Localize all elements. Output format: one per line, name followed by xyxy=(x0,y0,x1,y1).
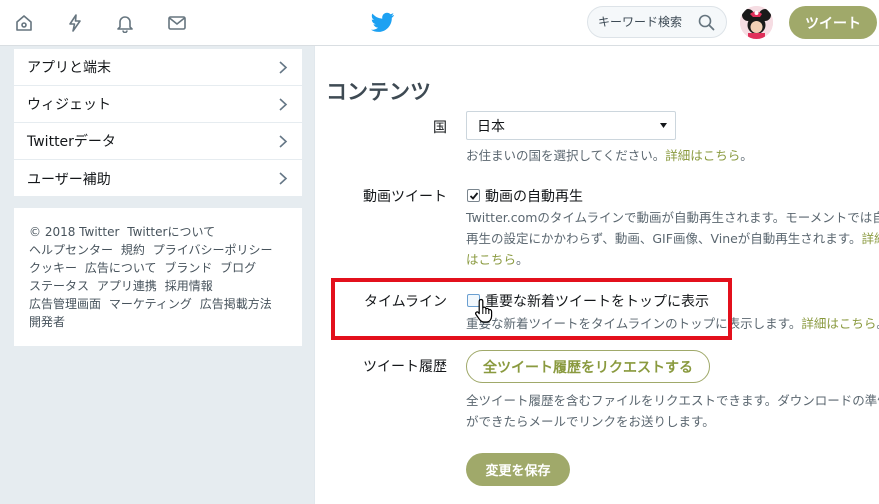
sidebar-item-label: ユーザー補助 xyxy=(27,171,111,188)
history-help: 全ツイート履歴を含むファイルをリクエストできます。ダウンロードの準備 ができたら… xyxy=(466,390,879,432)
footer-link-jobs[interactable]: 採用情報 xyxy=(165,279,213,293)
home-icon[interactable] xyxy=(13,12,35,34)
footer-link-ads-info[interactable]: 広告について xyxy=(85,261,157,275)
search-input[interactable] xyxy=(598,7,698,37)
settings-sidebar-menu: アプリと端末 ウィジェット Twitterデータ ユーザー補助 xyxy=(14,49,302,196)
twitter-bird-logo-icon[interactable] xyxy=(371,12,395,34)
lightning-icon[interactable] xyxy=(64,12,86,34)
content-settings-panel: コンテンツ 国 日本 お住まいの国を選択してください。詳細はこちら。 動画ツイー… xyxy=(314,46,879,504)
autoplay-checkbox-label[interactable]: 動画の自動再生 xyxy=(485,186,583,206)
video-tweets-label: 動画ツイート xyxy=(363,189,447,205)
sidebar-item-widgets[interactable]: ウィジェット xyxy=(14,86,302,123)
video-help-line1: Twitter.comのタイムラインで動画が自動再生されます。モーメントでは自動 xyxy=(466,210,879,225)
history-help-line1: 全ツイート履歴を含むファイルをリクエストできます。ダウンロードの準備 xyxy=(466,393,879,408)
footer-link-privacy[interactable]: プライバシーポリシー xyxy=(153,243,273,257)
video-details-link-b[interactable]: はこちら xyxy=(466,252,516,267)
bell-icon[interactable] xyxy=(114,12,136,34)
country-select[interactable]: 日本 xyxy=(466,111,676,140)
tweet-history-label: ツイート履歴 xyxy=(363,359,447,375)
dropdown-arrow-icon xyxy=(660,123,667,128)
autoplay-checkbox[interactable] xyxy=(467,189,480,202)
save-changes-button[interactable]: 変更を保存 xyxy=(466,453,570,486)
country-select-value: 日本 xyxy=(477,118,505,135)
footer-link-terms[interactable]: 規約 xyxy=(121,243,145,257)
country-label: 国 xyxy=(433,120,447,136)
country-help: お住まいの国を選択してください。詳細はこちら。 xyxy=(466,148,753,163)
country-details-link[interactable]: 詳細はこちら xyxy=(665,148,740,163)
copyright-text: © 2018 Twitter xyxy=(29,225,120,239)
page-title: コンテンツ xyxy=(326,80,431,104)
sidebar-item-label: アプリと端末 xyxy=(27,60,111,76)
footer-link-ads-manager[interactable]: 広告管理画面 xyxy=(29,297,101,311)
chevron-right-icon xyxy=(279,172,288,185)
history-help-line2: ができたらメールでリンクをお送りします。 xyxy=(466,414,715,429)
footer-link-cookies[interactable]: クッキー xyxy=(29,261,77,275)
footer-link-help[interactable]: ヘルプセンター xyxy=(29,243,113,257)
checkmark-icon xyxy=(469,192,479,200)
chevron-right-icon xyxy=(279,135,288,148)
chevron-right-icon xyxy=(279,61,288,74)
mail-icon[interactable] xyxy=(166,12,188,34)
footer-link-blog[interactable]: ブログ xyxy=(220,261,256,275)
sidebar-item-apps-devices[interactable]: アプリと端末 xyxy=(14,49,302,86)
hand-cursor-icon xyxy=(475,298,493,323)
footer-link-advertise[interactable]: 広告掲載方法 xyxy=(200,297,272,311)
footer-links: © 2018 Twitter Twitterについて ヘルプセンター 規約 プラ… xyxy=(14,208,302,346)
tweet-button[interactable]: ツイート xyxy=(789,6,877,39)
video-help-line2: 再生の設定にかかわらず、動画、GIF画像、Vineが自動再生されます。 xyxy=(466,231,862,246)
footer-link-apps[interactable]: アプリ連携 xyxy=(97,279,157,293)
footer-link-brand[interactable]: ブランド xyxy=(164,261,212,275)
footer-link-about[interactable]: Twitterについて xyxy=(127,225,215,239)
footer-link-marketing[interactable]: マーケティング xyxy=(109,297,192,311)
chevron-right-icon xyxy=(279,98,288,111)
video-details-link-a[interactable]: 詳細 xyxy=(862,231,879,246)
search-icon[interactable] xyxy=(698,14,715,31)
country-help-text: お住まいの国を選択してください。 xyxy=(466,148,666,163)
video-help: Twitter.comのタイムラインで動画が自動再生されます。モーメントでは自動… xyxy=(466,207,879,270)
timeline-details-link[interactable]: 詳細はこちら xyxy=(801,316,876,331)
avatar[interactable] xyxy=(740,6,773,39)
top-navigation-bar: ツイート xyxy=(0,0,879,46)
highlight-annotation-box xyxy=(331,278,732,340)
footer-link-developers[interactable]: 開発者 xyxy=(29,315,65,329)
sidebar-item-label: Twitterデータ xyxy=(27,134,116,150)
footer-link-status[interactable]: ステータス xyxy=(29,279,89,293)
sidebar-item-twitter-data[interactable]: Twitterデータ xyxy=(14,123,302,160)
sidebar-item-label: ウィジェット xyxy=(27,97,111,113)
request-archive-button[interactable]: 全ツイート履歴をリクエストする xyxy=(466,350,710,383)
search-box xyxy=(587,6,727,38)
sidebar-item-accessibility[interactable]: ユーザー補助 xyxy=(14,160,302,197)
